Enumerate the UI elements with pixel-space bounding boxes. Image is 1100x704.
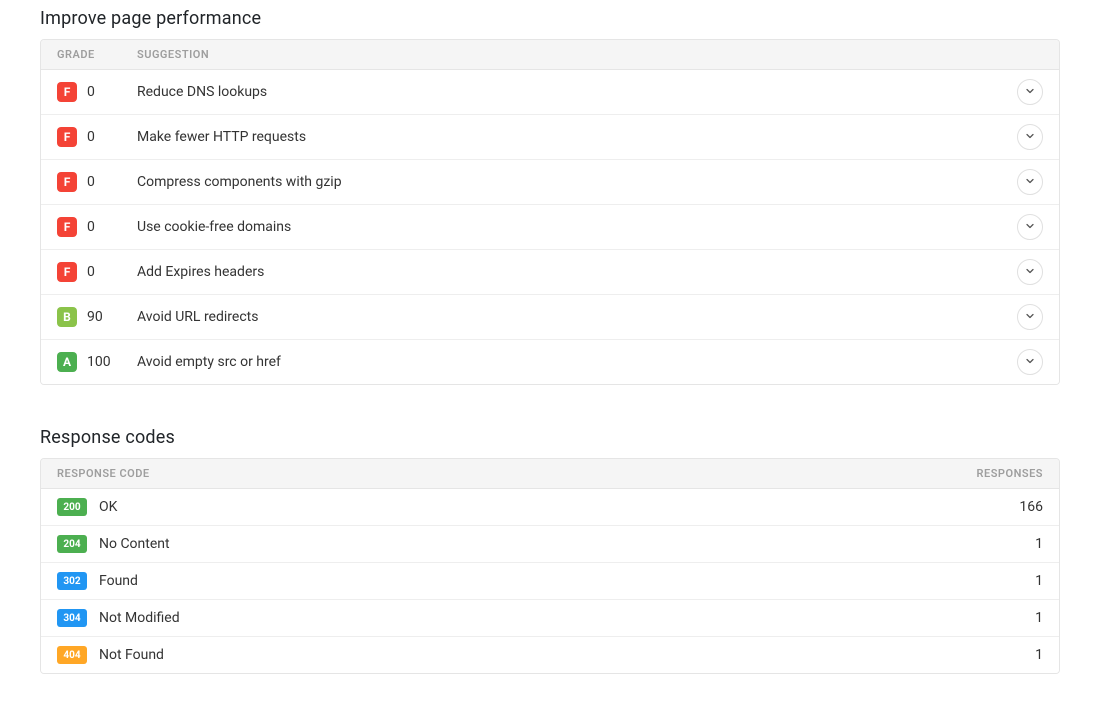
response-code-cell: 302 Found xyxy=(57,572,923,590)
chevron-down-icon xyxy=(1024,220,1036,235)
response-code-badge: 404 xyxy=(57,646,87,664)
grade-badge: B xyxy=(57,307,77,327)
column-header-suggestion: SUGGESTION xyxy=(137,48,1043,61)
suggestion-text: Compress components with gzip xyxy=(137,174,1017,190)
response-code-cell: 404 Not Found xyxy=(57,646,923,664)
grade-badge: F xyxy=(57,127,77,147)
expand-button[interactable] xyxy=(1017,214,1043,240)
grade-badge: F xyxy=(57,82,77,102)
grade-badge: A xyxy=(57,352,77,372)
response-count: 1 xyxy=(923,536,1043,552)
grade-score: 0 xyxy=(87,264,95,280)
chevron-down-icon xyxy=(1024,355,1036,370)
suggestion-text: Use cookie-free domains xyxy=(137,219,1017,235)
response-code-badge: 304 xyxy=(57,609,87,627)
chevron-down-icon xyxy=(1024,85,1036,100)
grade-cell: F0 xyxy=(57,217,137,237)
performance-row[interactable]: F0Make fewer HTTP requests xyxy=(41,115,1059,160)
response-code-row: 304 Not Modified 1 xyxy=(41,600,1059,637)
grade-cell: A 100 xyxy=(57,352,137,372)
performance-row[interactable]: F0Add Expires headers xyxy=(41,250,1059,295)
grade-badge: F xyxy=(57,217,77,237)
chevron-down-icon xyxy=(1024,175,1036,190)
response-code-label: Not Modified xyxy=(99,610,180,626)
response-code-row: 204 No Content 1 xyxy=(41,526,1059,563)
performance-panel: GRADE SUGGESTION F0Reduce DNS lookupsF0M… xyxy=(40,39,1060,385)
column-header-response-code: RESPONSE CODE xyxy=(57,467,923,480)
chevron-down-icon xyxy=(1024,265,1036,280)
response-code-row: 302 Found 1 xyxy=(41,563,1059,600)
response-code-label: Not Found xyxy=(99,647,164,663)
performance-row[interactable]: F0Use cookie-free domains xyxy=(41,205,1059,250)
performance-row[interactable]: B 90 Avoid URL redirects xyxy=(41,295,1059,340)
column-header-grade: GRADE xyxy=(57,48,137,61)
response-code-label: Found xyxy=(99,573,138,589)
grade-cell: B 90 xyxy=(57,307,137,327)
chevron-down-icon xyxy=(1024,310,1036,325)
response-count: 1 xyxy=(923,647,1043,663)
suggestion-text: Reduce DNS lookups xyxy=(137,84,1017,100)
performance-row[interactable]: A 100 Avoid empty src or href xyxy=(41,340,1059,384)
suggestion-text: Avoid empty src or href xyxy=(137,354,1017,370)
grade-score: 90 xyxy=(87,309,103,325)
grade-score: 100 xyxy=(87,354,111,370)
expand-button[interactable] xyxy=(1017,304,1043,330)
suggestion-text: Avoid URL redirects xyxy=(137,309,1017,325)
column-header-responses: RESPONSES xyxy=(923,467,1043,480)
grade-cell: F0 xyxy=(57,262,137,282)
grade-cell: F0 xyxy=(57,127,137,147)
expand-button[interactable] xyxy=(1017,124,1043,150)
response-code-badge: 302 xyxy=(57,572,87,590)
performance-row[interactable]: F0Reduce DNS lookups xyxy=(41,70,1059,115)
response-count: 1 xyxy=(923,573,1043,589)
grade-score: 0 xyxy=(87,84,95,100)
response-code-badge: 204 xyxy=(57,535,87,553)
response-code-label: OK xyxy=(99,499,117,515)
grade-cell: F0 xyxy=(57,172,137,192)
performance-table-header: GRADE SUGGESTION xyxy=(41,40,1059,70)
suggestion-text: Add Expires headers xyxy=(137,264,1017,280)
response-code-row: 404 Not Found 1 xyxy=(41,637,1059,673)
expand-button[interactable] xyxy=(1017,259,1043,285)
grade-cell: F0 xyxy=(57,82,137,102)
response-count: 1 xyxy=(923,610,1043,626)
response-codes-panel: RESPONSE CODE RESPONSES 200 OK 166 204 No Co… xyxy=(40,458,1060,674)
response-code-badge: 200 xyxy=(57,498,87,516)
expand-button[interactable] xyxy=(1017,349,1043,375)
response-code-cell: 204 No Content xyxy=(57,535,923,553)
response-codes-section-title: Response codes xyxy=(40,427,1060,448)
suggestion-text: Make fewer HTTP requests xyxy=(137,129,1017,145)
response-code-cell: 200 OK xyxy=(57,498,923,516)
grade-score: 0 xyxy=(87,129,95,145)
response-code-row: 200 OK 166 xyxy=(41,489,1059,526)
chevron-down-icon xyxy=(1024,130,1036,145)
grade-score: 0 xyxy=(87,174,95,190)
expand-button[interactable] xyxy=(1017,169,1043,195)
response-codes-table-header: RESPONSE CODE RESPONSES xyxy=(41,459,1059,489)
grade-score: 0 xyxy=(87,219,95,235)
grade-badge: F xyxy=(57,262,77,282)
response-code-label: No Content xyxy=(99,536,170,552)
performance-row[interactable]: F0Compress components with gzip xyxy=(41,160,1059,205)
grade-badge: F xyxy=(57,172,77,192)
response-count: 166 xyxy=(923,499,1043,515)
performance-section-title: Improve page performance xyxy=(40,8,1060,29)
response-code-cell: 304 Not Modified xyxy=(57,609,923,627)
expand-button[interactable] xyxy=(1017,79,1043,105)
